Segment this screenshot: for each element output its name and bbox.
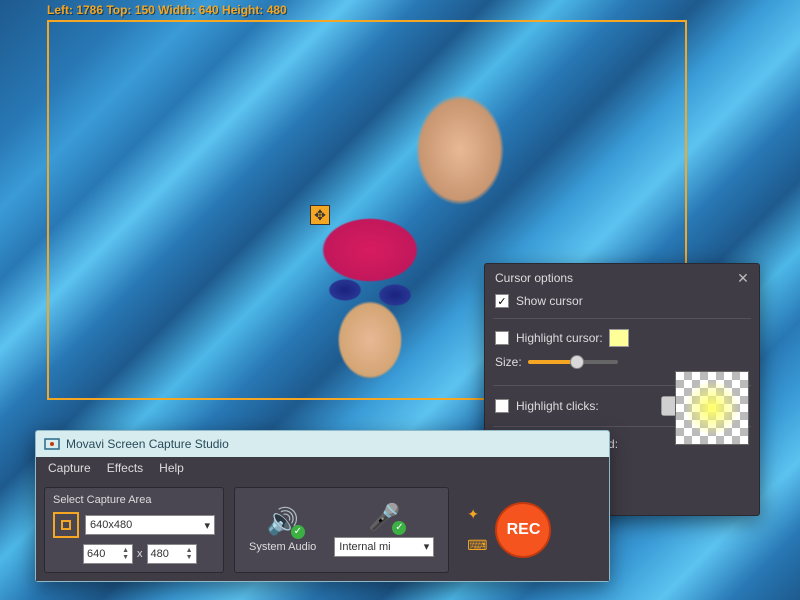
microphone-toggle[interactable]: 🎤✓ <box>368 502 400 533</box>
menu-effects[interactable]: Effects <box>107 461 143 475</box>
chevron-down-icon: ▾ <box>204 519 210 532</box>
highlight-clicks-checkbox[interactable] <box>495 399 509 413</box>
menu-capture[interactable]: Capture <box>48 461 91 475</box>
capture-rect-info: Left: 1786 Top: 150 Width: 640 Height: 4… <box>47 3 287 17</box>
height-input[interactable]: 480 ▲▼ <box>147 544 197 564</box>
app-icon <box>44 437 60 451</box>
menu-help[interactable]: Help <box>159 461 184 475</box>
microphone-select[interactable]: Internal mi ▾ <box>334 537 434 557</box>
keyboard-icon[interactable]: ⌨ <box>465 535 489 556</box>
record-label: REC <box>507 521 541 539</box>
width-input[interactable]: 640 ▲▼ <box>83 544 133 564</box>
highlight-cursor-label: Highlight cursor: <box>516 331 603 345</box>
spinner-arrows-icon[interactable]: ▲▼ <box>186 547 193 561</box>
slider-thumb[interactable] <box>570 355 584 369</box>
show-cursor-checkbox[interactable] <box>495 294 509 308</box>
cursor-highlight-preview <box>675 371 749 445</box>
microphone-value: Internal mi <box>339 541 390 553</box>
check-icon: ✓ <box>392 521 406 535</box>
system-audio-label: System Audio <box>249 541 316 553</box>
chevron-down-icon: ▾ <box>424 540 430 553</box>
capture-area-panel: Select Capture Area 640x480 ▾ 640 ▲▼ x 4… <box>44 487 224 573</box>
capture-move-handle[interactable]: ✥ <box>310 205 330 225</box>
select-area-icon[interactable] <box>53 512 79 538</box>
dimension-x-label: x <box>137 548 143 560</box>
titlebar[interactable]: Movavi Screen Capture Studio <box>36 431 609 457</box>
show-cursor-label: Show cursor <box>516 294 583 308</box>
cursor-size-slider[interactable] <box>528 360 618 364</box>
size-label: Size: <box>495 355 522 369</box>
resolution-preset-select[interactable]: 640x480 ▾ <box>85 515 215 535</box>
toolbar: Select Capture Area 640x480 ▾ 640 ▲▼ x 4… <box>36 479 609 581</box>
highlight-clicks-label: Highlight clicks: <box>516 399 599 413</box>
system-audio-toggle[interactable]: 🔊✓ <box>266 506 298 537</box>
record-button[interactable]: REC <box>495 502 551 558</box>
separator <box>493 318 751 319</box>
resolution-preset-value: 640x480 <box>90 519 132 531</box>
width-value: 640 <box>87 548 105 560</box>
close-icon[interactable]: ✕ <box>735 270 751 286</box>
settings-icon[interactable]: ✦ <box>465 504 489 525</box>
menubar: Capture Effects Help <box>36 457 609 479</box>
main-window: Movavi Screen Capture Studio Capture Eff… <box>35 430 610 582</box>
record-area: ✦ ⌨ REC <box>459 487 557 573</box>
height-value: 480 <box>151 548 169 560</box>
highlight-color-swatch[interactable] <box>609 329 629 347</box>
highlight-cursor-checkbox[interactable] <box>495 331 509 345</box>
spinner-arrows-icon[interactable]: ▲▼ <box>122 547 129 561</box>
window-title: Movavi Screen Capture Studio <box>66 437 229 451</box>
audio-panel: 🔊✓ System Audio 🎤✓ Internal mi ▾ <box>234 487 449 573</box>
cursor-panel-title: Cursor options <box>495 271 573 285</box>
check-icon: ✓ <box>291 525 305 539</box>
capture-area-title: Select Capture Area <box>53 494 215 506</box>
